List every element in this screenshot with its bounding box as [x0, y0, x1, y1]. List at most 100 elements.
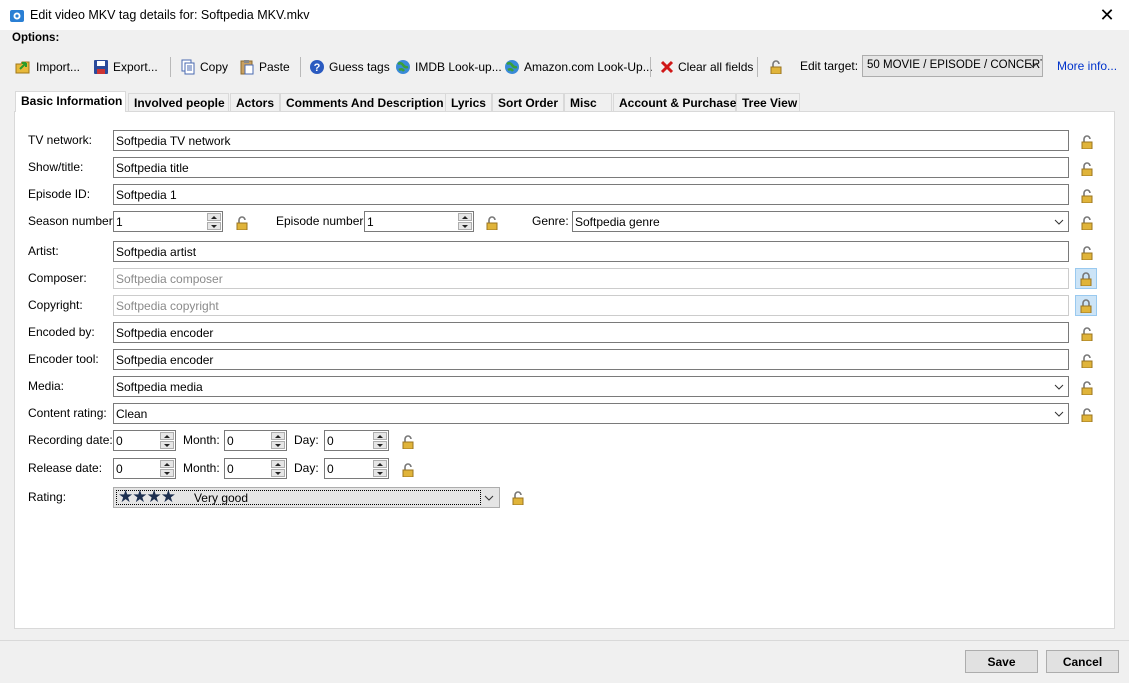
release-month-spinner[interactable]: 0	[224, 458, 287, 479]
spinner-arrows[interactable]	[160, 432, 174, 449]
tab-lyrics[interactable]: Lyrics	[445, 93, 492, 111]
recording-year-spinner[interactable]: 0	[113, 430, 176, 451]
release-month-label: Month:	[183, 461, 220, 475]
tab-misc[interactable]: Misc	[564, 93, 612, 111]
recording-month-value: 0	[227, 434, 234, 448]
toolbar-separator	[300, 57, 301, 77]
tab-account-and-purchase[interactable]: Account & Purchase	[613, 93, 736, 111]
recording-month-label: Month:	[183, 433, 220, 447]
close-button[interactable]: ✕	[1085, 0, 1129, 30]
chevron-down-icon	[1028, 62, 1038, 68]
spinner-arrows[interactable]	[160, 460, 174, 477]
spinner-arrows[interactable]	[373, 460, 387, 477]
lock-icon[interactable]	[1080, 189, 1094, 203]
episode-number-spinner[interactable]: 1	[364, 211, 474, 232]
rating-combobox[interactable]: ★★★★ Very good	[113, 487, 500, 508]
copyright-lock-toggle[interactable]	[1075, 295, 1097, 316]
encoded-by-field[interactable]: Softpedia encoder	[113, 322, 1069, 343]
recording-date-label: Recording date:	[28, 433, 113, 447]
red-x-icon	[660, 60, 674, 74]
imdb-lookup-button[interactable]: IMDB Look-up...	[395, 56, 502, 78]
composer-lock-toggle[interactable]	[1075, 268, 1097, 289]
lock-icon[interactable]	[401, 435, 415, 449]
media-combobox[interactable]: Softpedia media	[113, 376, 1069, 397]
lock-icon[interactable]	[511, 491, 525, 505]
amazon-lookup-button[interactable]: Amazon.com Look-Up...	[504, 56, 653, 78]
more-info-link[interactable]: More info...	[1057, 59, 1117, 73]
lock-icon[interactable]	[1080, 381, 1094, 395]
lock-icon[interactable]	[1080, 246, 1094, 260]
paste-button[interactable]: Paste	[239, 56, 290, 78]
content-rating-combobox[interactable]: Clean	[113, 403, 1069, 424]
release-day-label: Day:	[294, 461, 319, 475]
help-icon: ?	[310, 60, 324, 74]
lock-icon[interactable]	[1080, 354, 1094, 368]
artist-field[interactable]: Softpedia artist	[113, 241, 1069, 262]
save-button[interactable]: Save	[965, 650, 1038, 673]
lock-icon[interactable]	[401, 463, 415, 477]
lock-icon[interactable]	[769, 60, 783, 74]
lock-icon[interactable]	[1080, 216, 1094, 230]
spinner-arrows[interactable]	[373, 432, 387, 449]
media-value: Softpedia media	[116, 380, 203, 394]
lock-icon[interactable]	[1080, 162, 1094, 176]
clear-all-fields-label: Clear all fields	[678, 60, 754, 74]
release-year-spinner[interactable]: 0	[113, 458, 176, 479]
lock-icon[interactable]	[1080, 408, 1094, 422]
spinner-arrows[interactable]	[271, 460, 285, 477]
recording-day-spinner[interactable]: 0	[324, 430, 389, 451]
genre-combobox[interactable]: Softpedia genre	[572, 211, 1069, 232]
edit-target-dropdown[interactable]: 50 MOVIE / EPISODE / CONCERT	[862, 55, 1043, 77]
import-button[interactable]: Import...	[14, 56, 80, 78]
content-rating-label: Content rating:	[28, 406, 107, 420]
spinner-arrows[interactable]	[271, 432, 285, 449]
window-title: Edit video MKV tag details for: Softpedi…	[30, 8, 310, 22]
genre-label: Genre:	[532, 214, 569, 228]
copy-button[interactable]: Copy	[180, 56, 228, 78]
episode-number-value: 1	[367, 215, 374, 229]
composer-label: Composer:	[28, 271, 87, 285]
tab-tree-view[interactable]: Tree View	[736, 93, 800, 111]
tab-comments-and-description[interactable]: Comments And Description	[280, 93, 446, 111]
edit-target-value: 50 MOVIE / EPISODE / CONCERT	[867, 59, 1043, 71]
imdb-lookup-label: IMDB Look-up...	[415, 60, 502, 74]
chevron-down-icon	[1054, 384, 1064, 390]
rating-stars: ★★★★	[118, 487, 176, 506]
toolbar-separator	[650, 57, 651, 77]
lock-icon[interactable]	[235, 216, 249, 230]
show-title-label: Show/title:	[28, 160, 84, 174]
rating-label: Rating:	[28, 490, 67, 504]
episode-id-label: Episode ID:	[28, 187, 91, 201]
lock-icon[interactable]	[1080, 327, 1094, 341]
season-number-spinner[interactable]: 1	[113, 211, 223, 232]
svg-text:?: ?	[314, 62, 321, 74]
lock-icon[interactable]	[485, 216, 499, 230]
guess-tags-button[interactable]: ? Guess tags	[309, 56, 390, 78]
recording-month-spinner[interactable]: 0	[224, 430, 287, 451]
copy-label: Copy	[200, 60, 229, 74]
copyright-field[interactable]: Softpedia copyright	[113, 295, 1069, 316]
release-day-spinner[interactable]: 0	[324, 458, 389, 479]
export-button[interactable]: Export...	[93, 56, 158, 78]
tv-network-field[interactable]: Softpedia TV network	[113, 130, 1069, 151]
tab-actors[interactable]: Actors	[230, 93, 280, 111]
clear-all-fields-button[interactable]: Clear all fields	[660, 56, 753, 78]
show-title-field[interactable]: Softpedia title	[113, 157, 1069, 178]
globe-icon	[505, 60, 519, 74]
encoded-by-label: Encoded by:	[28, 325, 95, 339]
encoder-tool-field[interactable]: Softpedia encoder	[113, 349, 1069, 370]
import-icon	[15, 61, 30, 74]
save-disk-icon	[94, 60, 108, 74]
tab-basic-information[interactable]: Basic Information	[15, 91, 126, 112]
import-label: Import...	[36, 60, 81, 74]
composer-field[interactable]: Softpedia composer	[113, 268, 1069, 289]
encoder-tool-label: Encoder tool:	[28, 352, 99, 366]
cancel-button[interactable]: Cancel	[1046, 650, 1119, 673]
tab-involved-people[interactable]: Involved people	[128, 93, 229, 111]
spinner-arrows[interactable]	[207, 213, 221, 230]
lock-icon[interactable]	[1080, 135, 1094, 149]
edit-target-label: Edit target:	[800, 59, 859, 73]
episode-id-field[interactable]: Softpedia 1	[113, 184, 1069, 205]
spinner-arrows[interactable]	[458, 213, 472, 230]
tab-sort-order[interactable]: Sort Order	[492, 93, 564, 111]
